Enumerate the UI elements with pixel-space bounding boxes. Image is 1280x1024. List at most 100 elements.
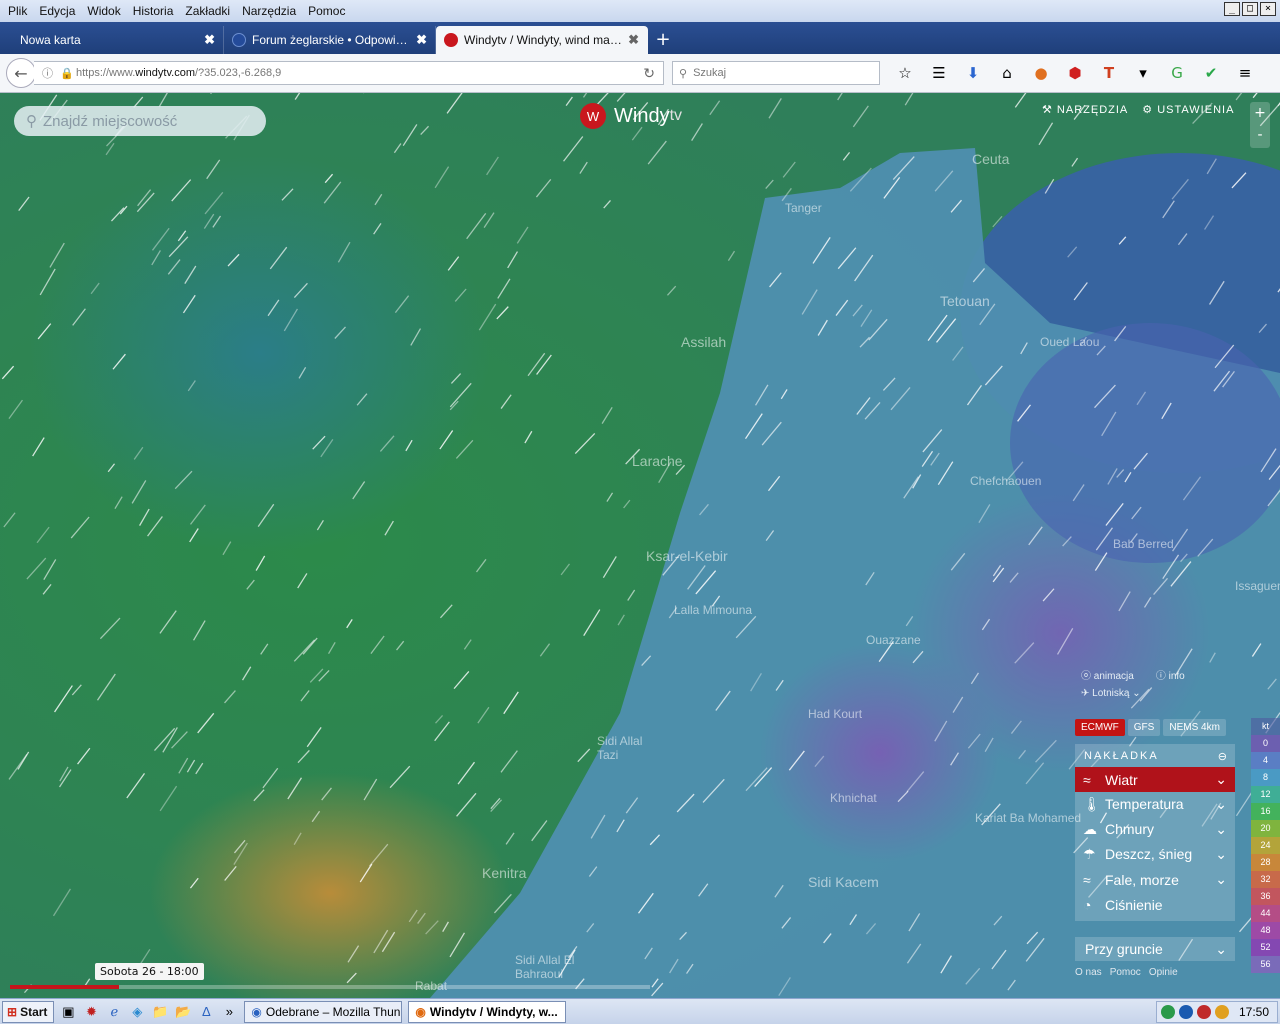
chevron-down-icon: ⌄ <box>1215 771 1227 787</box>
app3-icon[interactable]: ∆ <box>197 1003 215 1021</box>
extension-icon[interactable]: ● <box>1024 62 1058 84</box>
folder-icon[interactable]: 📁 <box>151 1003 169 1021</box>
bookmark-star-icon[interactable]: ☆ <box>888 62 922 84</box>
legend-cell: 20 <box>1251 820 1280 837</box>
overlay-rain[interactable]: ☂ Deszcz, śnieg ⌄ <box>1075 842 1235 867</box>
legend-cell: 24 <box>1251 837 1280 854</box>
check-icon[interactable]: ✔ <box>1194 62 1228 84</box>
rain-icon: ☂ <box>1083 846 1096 862</box>
overlay-clouds[interactable]: ☁ Chmury ⌄ <box>1075 817 1235 842</box>
task-firefox[interactable]: ◉ Windytv / Windyty, w... <box>408 1000 567 1023</box>
footer-links: O nas Pomoc Opinie <box>1075 967 1235 978</box>
menu-zakladki[interactable]: Zakładki <box>181 4 238 18</box>
legend-cell: 52 <box>1251 939 1280 956</box>
overlay-temperature[interactable]: 🌡 Temperatura ⌄ <box>1075 792 1235 817</box>
task-thunderbird[interactable]: ◉ Odebrane – Mozilla Thun... <box>244 1000 403 1023</box>
start-button[interactable]: ⊞ Start <box>2 1000 55 1023</box>
app2-icon[interactable]: ◈ <box>128 1003 146 1021</box>
tab-label: Windytv / Windyty, wind map... <box>464 33 623 47</box>
overflow-icon[interactable]: » <box>220 1003 238 1021</box>
folder2-icon[interactable]: 📂 <box>174 1003 192 1021</box>
overlay-pressure[interactable]: ◔ Ciśnienie <box>1075 892 1235 917</box>
maximize-button[interactable]: □ <box>1242 2 1258 16</box>
place-label: Tetouan <box>940 293 990 309</box>
settings-label: USTAWIENIA <box>1157 104 1235 116</box>
download-icon[interactable]: ⬇ <box>956 62 990 84</box>
desktop-icon[interactable]: ▣ <box>59 1003 77 1021</box>
zoom-out-button[interactable]: - <box>1250 124 1270 146</box>
menu-historia[interactable]: Historia <box>129 4 182 18</box>
hamburger-menu-icon[interactable]: ≡ <box>1228 62 1262 84</box>
zoom-in-button[interactable]: + <box>1250 102 1270 124</box>
tab-close-icon[interactable]: ✖ <box>416 32 427 48</box>
legend-cell: 32 <box>1251 871 1280 888</box>
pressure-icon: ◔ <box>1083 896 1092 913</box>
settings-button[interactable]: ⚙ USTAWIENIA <box>1142 103 1234 116</box>
place-label: Khnichat <box>830 791 877 805</box>
menu-narzedzia[interactable]: Narzędzia <box>238 4 304 18</box>
feedback-link[interactable]: Opinie <box>1149 967 1178 978</box>
search-bar[interactable]: ⚲ Szukaj <box>672 61 880 85</box>
animation-toggle[interactable]: ⓞ animacja <box>1081 667 1134 682</box>
collapse-icon[interactable]: ⊖ <box>1218 750 1229 763</box>
firefox-icon: ◉ <box>415 1004 426 1019</box>
tab-close-icon[interactable]: ✖ <box>204 32 215 48</box>
windy-logo-icon: W <box>580 103 606 129</box>
aviation-row[interactable]: ✈ Lotniską ⌄ <box>1075 685 1235 701</box>
altitude-label: Przy gruncie <box>1085 941 1163 957</box>
info-label: info <box>1168 670 1185 682</box>
place-label: Assilah <box>681 334 727 350</box>
chevron-down-icon: ⌄ <box>1129 687 1141 699</box>
altitude-selector[interactable]: Przy gruncie ⌄ <box>1075 937 1235 961</box>
home-icon[interactable]: ⌂ <box>990 62 1024 84</box>
translator-icon[interactable]: T <box>1092 62 1126 84</box>
wind-map[interactable]: Tanger Ceuta Tetouan Oued Laou Assilah L… <box>0 93 1280 998</box>
tray-shield-icon[interactable] <box>1160 1005 1175 1019</box>
place-label: Bab Berred <box>1113 537 1174 551</box>
overlay-wind[interactable]: ≈ Wiatr ⌄ <box>1075 767 1235 792</box>
close-window-button[interactable]: × <box>1260 2 1276 16</box>
tray-update-icon[interactable] <box>1214 1005 1229 1019</box>
reading-list-icon[interactable]: ☰ <box>922 62 956 84</box>
about-link[interactable]: O nas <box>1075 967 1102 978</box>
help-link[interactable]: Pomoc <box>1110 967 1141 978</box>
overlay-waves[interactable]: ≈ Fale, morze ⌄ <box>1075 867 1235 892</box>
model-nems[interactable]: NEMS 4km <box>1163 719 1226 736</box>
overlay-list: NAKŁADKA ⊖ ≈ Wiatr ⌄ 🌡 Temperatura ⌄ ☁ Chmury ⌄… <box>1075 744 1235 921</box>
windytv-logo[interactable]: W Windy tv <box>580 103 682 129</box>
clock: 17:50 <box>1238 1005 1269 1019</box>
model-ecmwf[interactable]: ECMWF <box>1075 719 1125 736</box>
tray-network-icon[interactable] <box>1196 1005 1211 1019</box>
tray-app-icon[interactable] <box>1178 1005 1193 1019</box>
location-search-input[interactable]: ⚲ Znajdź miejscowość <box>14 106 266 136</box>
back-button[interactable]: ← <box>6 58 36 88</box>
menu-pomoc[interactable]: Pomoc <box>304 4 353 18</box>
menu-plik[interactable]: Plik <box>4 4 35 18</box>
adblock-icon[interactable]: ⬢ <box>1058 62 1092 84</box>
url-bar[interactable]: ⓘ 🔒 https://www. windytv.com /?35.023,-6… <box>34 61 664 85</box>
place-label: Kenitra <box>482 865 527 881</box>
navigation-bar: ← ⓘ 🔒 https://www. windytv.com /?35.023,… <box>0 54 1280 93</box>
minimize-button[interactable]: _ <box>1224 2 1240 16</box>
pause-icon: ⓞ <box>1081 670 1094 682</box>
new-tab-button[interactable]: + <box>648 26 678 54</box>
tab-close-icon[interactable]: ✖ <box>628 32 639 48</box>
tab-forum[interactable]: Forum żeglarskie • Odpowiedz ✖ <box>224 26 436 54</box>
model-gfs[interactable]: GFS <box>1127 719 1161 736</box>
app-icon[interactable]: ✹ <box>82 1003 100 1021</box>
tools-button[interactable]: ⚒ NARZĘDZIA <box>1042 103 1128 116</box>
grammarly-icon[interactable]: G <box>1160 62 1194 84</box>
menu-edycja[interactable]: Edycja <box>35 4 83 18</box>
dropdown-icon[interactable]: ▾ <box>1126 62 1160 84</box>
menu-widok[interactable]: Widok <box>83 4 128 18</box>
info-icon[interactable]: ⓘ <box>42 65 56 81</box>
tab-windytv[interactable]: Windytv / Windyty, wind map... ✖ <box>436 26 648 54</box>
timeline-progress <box>10 985 119 989</box>
windy-favicon-icon <box>444 33 458 47</box>
info-button[interactable]: ⓘ info <box>1156 667 1185 682</box>
timeline-bar[interactable] <box>10 985 650 989</box>
ie-icon[interactable]: ℯ <box>105 1003 123 1021</box>
legend-cell: 56 <box>1251 956 1280 973</box>
reload-icon[interactable]: ↻ <box>643 65 655 82</box>
tab-new[interactable]: Nowa karta ✖ <box>12 26 224 54</box>
